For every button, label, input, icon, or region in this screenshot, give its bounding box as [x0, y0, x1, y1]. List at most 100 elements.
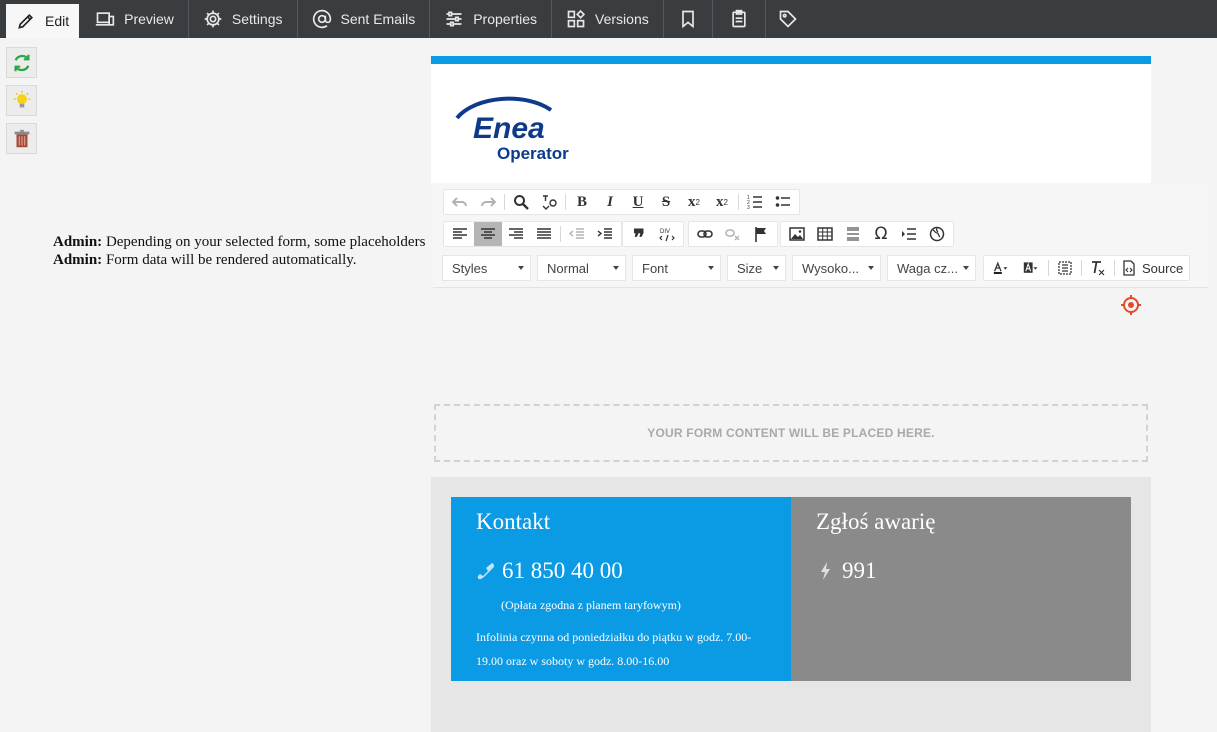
- tab-settings-label: Settings: [231, 11, 283, 27]
- tab-sent-emails[interactable]: Sent Emails: [298, 0, 431, 38]
- div-icon: DIV: [659, 229, 675, 242]
- unlink-button[interactable]: [719, 222, 747, 246]
- justify-button[interactable]: [530, 222, 558, 246]
- bold-button[interactable]: B: [568, 190, 596, 214]
- tab-preview[interactable]: Preview: [79, 0, 189, 38]
- font-weight-dropdown[interactable]: Waga cz...: [887, 255, 976, 281]
- gear-icon: [204, 10, 222, 28]
- size-dropdown[interactable]: Size: [727, 255, 786, 281]
- show-blocks-button[interactable]: [1051, 256, 1079, 280]
- indent-button[interactable]: [591, 222, 619, 246]
- email-header[interactable]: Enea Operator: [431, 56, 1151, 183]
- subscript-button[interactable]: x2: [680, 190, 708, 214]
- form-content-placeholder[interactable]: YOUR FORM CONTENT WILL BE PLACED HERE.: [434, 404, 1148, 462]
- italic-button[interactable]: I: [596, 190, 624, 214]
- special-char-button[interactable]: Ω: [867, 222, 895, 246]
- tab-versions[interactable]: Versions: [552, 0, 664, 38]
- tab-clipboard[interactable]: [713, 0, 766, 38]
- refresh-icon: [13, 54, 30, 71]
- indent-icon: [597, 228, 612, 239]
- contact-note: (Opłata zgodna z planem taryfowym): [501, 598, 681, 612]
- svg-text:Operator: Operator: [497, 144, 569, 163]
- align-left-icon: [453, 228, 467, 239]
- bg-color-button[interactable]: [1016, 256, 1046, 280]
- link-button[interactable]: [691, 222, 719, 246]
- horizontal-line-icon: [847, 227, 859, 241]
- tab-bookmark[interactable]: [664, 0, 713, 38]
- svg-text:3: 3: [747, 205, 750, 210]
- strikethrough-button[interactable]: S: [652, 190, 680, 214]
- styles-dropdown[interactable]: Styles: [442, 255, 531, 281]
- tab-versions-label: Versions: [595, 11, 649, 27]
- page-break-button[interactable]: [895, 222, 923, 246]
- format-dropdown[interactable]: Normal: [537, 255, 626, 281]
- contact-title: Kontakt: [476, 509, 551, 534]
- iframe-button[interactable]: [923, 222, 951, 246]
- tab-properties-label: Properties: [473, 11, 538, 27]
- tab-tag[interactable]: [766, 0, 810, 38]
- svg-text:DIV: DIV: [660, 229, 670, 235]
- bulleted-list-icon: [775, 196, 790, 207]
- tag-icon: [779, 10, 797, 28]
- align-right-button[interactable]: [502, 222, 530, 246]
- sliders-icon: [446, 11, 462, 27]
- numbered-list-button[interactable]: 123: [741, 190, 769, 214]
- source-button[interactable]: Source: [1117, 256, 1187, 280]
- tab-edit[interactable]: Edit: [6, 4, 80, 38]
- toolbar-group-colors: Source: [983, 255, 1191, 281]
- tips-button[interactable]: [6, 85, 37, 116]
- div-container-button[interactable]: DIV: [653, 222, 681, 246]
- tab-settings[interactable]: Settings: [189, 0, 298, 38]
- bookmark-icon: [681, 10, 694, 29]
- source-icon: [1123, 260, 1135, 276]
- refresh-button[interactable]: [6, 47, 37, 78]
- bulleted-list-button[interactable]: [769, 190, 797, 214]
- admin-note-2: Admin: Form data will be rendered automa…: [53, 252, 357, 268]
- magnifier-icon: [514, 195, 529, 210]
- table-button[interactable]: [811, 222, 839, 246]
- chevron-down-icon: [708, 266, 714, 270]
- undo-button[interactable]: [446, 190, 474, 214]
- contact-box[interactable]: Kontakt 61 850 40 00 (Opłata zgodna z pl…: [451, 497, 791, 681]
- tab-properties[interactable]: Properties: [430, 0, 553, 38]
- align-center-button[interactable]: [474, 222, 502, 246]
- top-tab-bar: Edit Preview Settings Sent Emails Proper…: [0, 0, 1217, 38]
- align-left-button[interactable]: [446, 222, 474, 246]
- tab-preview-label: Preview: [124, 11, 174, 27]
- chevron-down-icon: [963, 266, 969, 270]
- horizontal-line-button[interactable]: [839, 222, 867, 246]
- flag-icon: [755, 227, 766, 242]
- unlink-icon: [725, 229, 740, 241]
- align-right-icon: [509, 228, 523, 239]
- anchor-button[interactable]: [747, 222, 775, 246]
- find-button[interactable]: [507, 190, 535, 214]
- devices-icon: [95, 12, 115, 26]
- enea-operator-logo: Enea Operator: [455, 96, 569, 163]
- page-break-icon: [902, 228, 916, 240]
- toolbar-group-links: [688, 221, 778, 247]
- phone-icon: [477, 563, 495, 580]
- text-color-button[interactable]: [986, 256, 1016, 280]
- contact-hours: Infolinia czynna od poniedziałku do piąt…: [476, 630, 752, 668]
- outdent-icon: [569, 228, 584, 239]
- remove-format-button[interactable]: [1084, 256, 1112, 280]
- versions-grid-icon: [567, 9, 586, 28]
- chevron-down-icon: [613, 266, 619, 270]
- failure-report-box[interactable]: Zgłoś awarię 991: [791, 497, 1131, 681]
- blockquote-button[interactable]: ❞: [625, 222, 653, 250]
- image-button[interactable]: [783, 222, 811, 246]
- line-height-dropdown[interactable]: Wysoko...: [792, 255, 881, 281]
- failure-title: Zgłoś awarię: [816, 509, 936, 534]
- font-dropdown[interactable]: Font: [632, 255, 721, 281]
- underline-button[interactable]: U: [624, 190, 652, 214]
- delete-button[interactable]: [6, 123, 37, 154]
- redo-button[interactable]: [474, 190, 502, 214]
- replace-icon: [542, 195, 557, 210]
- superscript-button[interactable]: x2: [708, 190, 736, 214]
- remove-format-icon: [1092, 261, 1105, 276]
- failure-number-row: 991: [816, 558, 877, 584]
- replace-button[interactable]: [535, 190, 563, 214]
- crosshair-target-icon[interactable]: [1120, 294, 1142, 316]
- tab-sent-emails-label: Sent Emails: [340, 11, 416, 27]
- outdent-button[interactable]: [563, 222, 591, 246]
